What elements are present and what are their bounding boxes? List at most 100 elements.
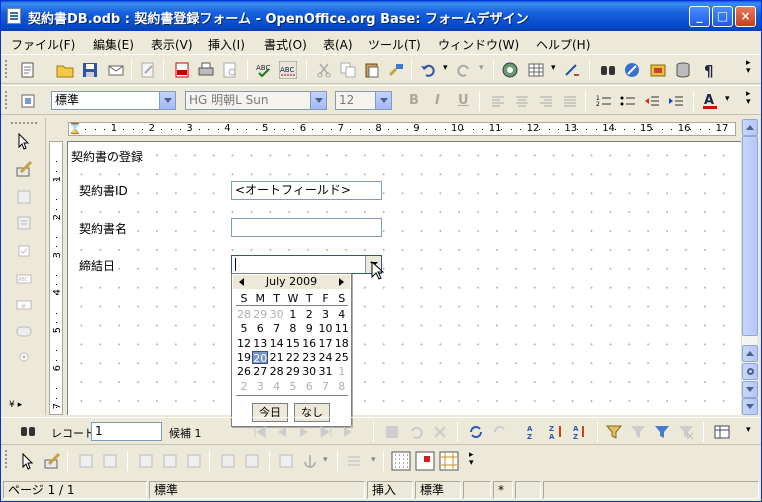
calendar-day[interactable]: 18 [334, 337, 350, 350]
calendar-day[interactable]: 26 [236, 365, 252, 378]
reset-filter-icon[interactable] [677, 423, 695, 441]
align-left-icon[interactable] [489, 92, 507, 110]
maximize-button[interactable]: □ [712, 6, 733, 27]
new-record-icon[interactable]: * [339, 423, 357, 441]
first-record-icon[interactable] [251, 423, 269, 441]
find-replace-icon[interactable] [599, 61, 617, 79]
menu-edit[interactable]: 編集(E) [93, 36, 134, 53]
calendar-day[interactable]: 20 [252, 350, 269, 365]
decrease-indent-icon[interactable] [643, 92, 661, 110]
datasources-icon[interactable] [649, 61, 667, 79]
standard-filter-icon[interactable] [653, 423, 671, 441]
design-mode-icon[interactable] [15, 160, 33, 178]
previous-record-icon[interactable] [273, 423, 291, 441]
chevron-down-icon[interactable] [310, 92, 326, 109]
calendar-day[interactable]: 3 [318, 308, 334, 321]
table-dropdown-icon[interactable]: ▾ [551, 63, 556, 73]
copy-icon[interactable] [339, 61, 357, 79]
scroll-up-button[interactable] [742, 119, 758, 136]
font-color-dropdown-icon[interactable]: ▾ [725, 94, 730, 104]
calendar-day[interactable]: 15 [285, 337, 301, 350]
record-number-input[interactable]: 1 [91, 422, 162, 441]
cut-icon[interactable] [315, 61, 333, 79]
calendar-day[interactable]: 28 [269, 365, 285, 378]
minimize-button[interactable]: _ [689, 6, 710, 27]
signing-date-field[interactable] [231, 255, 382, 274]
chevron-down-icon[interactable] [159, 92, 175, 109]
calendar-day[interactable]: 8 [285, 322, 301, 335]
font-name-select[interactable]: HG 明朝L Sun [185, 91, 327, 110]
apply-filter-icon[interactable] [629, 423, 647, 441]
control-properties-icon[interactable] [15, 188, 33, 206]
chevron-down-icon[interactable] [375, 92, 391, 109]
find-record-icon[interactable] [19, 422, 37, 440]
bullets-icon[interactable] [619, 92, 637, 110]
delete-record-icon[interactable] [431, 423, 449, 441]
calendar-day[interactable]: 29 [252, 308, 268, 321]
anchor-icon[interactable] [301, 452, 319, 470]
next-page-button[interactable] [742, 381, 758, 398]
option-button-control-icon[interactable] [15, 348, 33, 366]
activation-order-icon[interactable] [185, 452, 203, 470]
toolbar-more-icon[interactable]: ¥ ▸ [9, 400, 22, 410]
formatting-marks-icon[interactable]: ¶ [701, 61, 719, 79]
navigation-button[interactable] [742, 363, 758, 380]
calendar-day[interactable]: 13 [252, 337, 268, 350]
helplines-icon[interactable] [439, 451, 459, 471]
edit-file-icon[interactable] [139, 61, 157, 79]
checkbox-control-icon[interactable] [15, 242, 33, 260]
next-record-icon[interactable] [295, 423, 313, 441]
previous-page-button[interactable] [742, 345, 758, 362]
tab-stop-icon[interactable]: ⌛ [68, 122, 82, 135]
design-mode-toggle-icon[interactable] [43, 452, 61, 470]
push-button-control-icon[interactable] [15, 322, 33, 340]
calendar-day[interactable]: 10 [318, 322, 334, 335]
position-size-icon[interactable] [277, 452, 295, 470]
calendar-day[interactable]: 23 [301, 351, 317, 364]
toolbar-overflow-icon[interactable]: ▸ ▾ [469, 451, 474, 468]
menu-table[interactable]: 表(A) [323, 36, 353, 53]
alignment-dropdown-icon[interactable]: ▾ [371, 455, 376, 465]
last-record-icon[interactable] [317, 423, 335, 441]
font-size-select[interactable]: 12 [335, 91, 392, 110]
calendar-day[interactable]: 30 [301, 365, 317, 378]
auto-spellcheck-icon[interactable]: ABC [279, 61, 297, 79]
new-document-icon[interactable] [19, 61, 37, 79]
gallery-icon[interactable] [623, 61, 641, 79]
menu-insert[interactable]: 挿入(I) [208, 36, 245, 53]
calendar-day[interactable]: 4 [269, 380, 285, 393]
open-folder-icon[interactable] [56, 61, 74, 79]
calendar-day[interactable]: 1 [334, 365, 350, 378]
table-icon[interactable] [527, 61, 545, 79]
select-icon[interactable] [19, 452, 37, 470]
anchor-dropdown-icon[interactable]: ▾ [323, 455, 328, 465]
calendar-day[interactable]: 27 [252, 365, 268, 378]
paragraph-style-select[interactable]: 標準 [51, 91, 176, 110]
form-design-canvas[interactable]: 契約書の登録 契約書ID <オートフィールド> 契約書名 締結日 [67, 141, 741, 415]
calendar-day[interactable]: 3 [252, 380, 268, 393]
contract-id-field[interactable]: <オートフィールド> [231, 181, 382, 200]
navigator-icon[interactable] [501, 61, 519, 79]
form-icon[interactable] [101, 452, 119, 470]
calendar-day[interactable]: 12 [236, 337, 252, 350]
calendar-day[interactable]: 2 [236, 380, 252, 393]
display-grid-icon[interactable] [391, 451, 411, 471]
calendar-day[interactable]: 7 [269, 322, 285, 335]
redo-icon[interactable] [455, 61, 473, 79]
save-record-icon[interactable] [383, 423, 401, 441]
sort-descending-icon[interactable]: ZA [547, 423, 565, 441]
form-navigator-icon[interactable] [137, 452, 155, 470]
calendar-day[interactable]: 7 [318, 380, 334, 393]
print-icon[interactable] [197, 61, 215, 79]
bold-button[interactable]: B [409, 93, 419, 108]
auto-control-focus-icon[interactable] [243, 452, 261, 470]
toolbar-overflow-icon[interactable]: ▾ [746, 425, 751, 435]
calendar-day[interactable]: 9 [301, 322, 317, 335]
clone-formatting-icon[interactable] [387, 61, 405, 79]
form-properties-icon[interactable] [15, 214, 33, 232]
toolbar-overflow-icon[interactable]: ▸ ▾ [746, 59, 751, 76]
calendar-day[interactable]: 21 [269, 351, 285, 364]
menu-window[interactable]: ウィンドウ(W) [438, 36, 519, 53]
draw-functions-icon[interactable] [563, 61, 581, 79]
calendar-day[interactable]: 16 [301, 337, 317, 350]
